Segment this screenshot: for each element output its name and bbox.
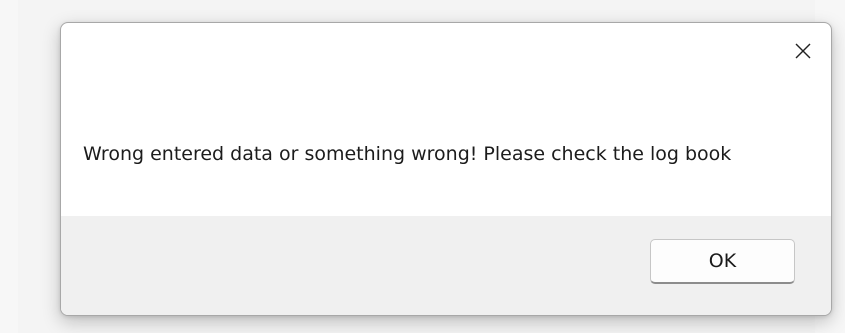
dialog-footer: OK (61, 216, 831, 315)
dialog-message: Wrong entered data or something wrong! P… (83, 143, 732, 165)
background-left (0, 0, 18, 333)
close-button[interactable] (775, 23, 831, 79)
ok-button[interactable]: OK (650, 239, 795, 284)
close-icon (795, 43, 811, 59)
message-dialog: Wrong entered data or something wrong! P… (60, 22, 832, 316)
